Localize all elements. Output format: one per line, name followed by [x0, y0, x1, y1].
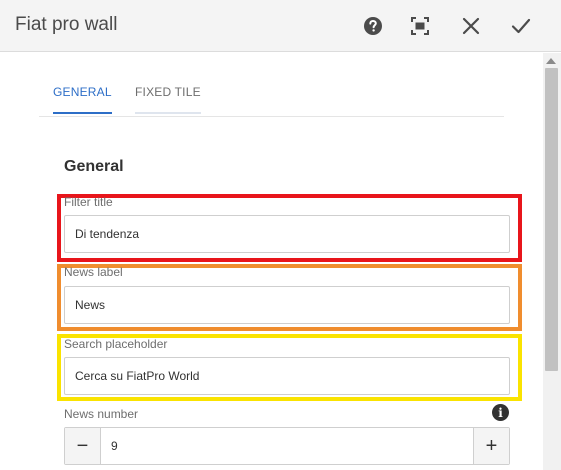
scroll-up-arrow-icon[interactable] [546, 58, 556, 64]
filter-title-label: Filter title [64, 195, 113, 209]
fullscreen-icon [411, 17, 429, 35]
dialog-title: Fiat pro wall [15, 14, 118, 35]
tab-general[interactable]: GENERAL [53, 85, 112, 114]
tab-bar: GENERAL FIXED TILE [39, 73, 504, 117]
close-button[interactable] [458, 12, 484, 40]
search-placeholder-input[interactable] [64, 357, 510, 395]
help-icon [364, 17, 382, 35]
section-heading: General [64, 158, 124, 175]
news-number-stepper: − 9 + [64, 427, 510, 465]
dialog-header: Fiat pro wall [0, 0, 561, 52]
info-icon[interactable]: i [492, 404, 509, 421]
news-number-value[interactable]: 9 [111, 439, 118, 453]
search-placeholder-label: Search placeholder [64, 337, 168, 351]
news-label-input[interactable] [64, 286, 510, 324]
done-icon [511, 18, 531, 34]
done-button[interactable] [508, 12, 534, 40]
fullscreen-button[interactable] [407, 12, 433, 40]
scrollbar-thumb[interactable] [545, 68, 558, 371]
news-label-label: News label [64, 265, 123, 279]
help-button[interactable] [360, 12, 386, 40]
decrement-button[interactable]: − [65, 428, 101, 464]
filter-title-input[interactable] [64, 215, 510, 253]
news-number-label: News number [64, 407, 139, 421]
increment-button[interactable]: + [473, 428, 509, 464]
tab-fixed-tile[interactable]: FIXED TILE [135, 85, 201, 114]
close-icon [462, 17, 480, 35]
